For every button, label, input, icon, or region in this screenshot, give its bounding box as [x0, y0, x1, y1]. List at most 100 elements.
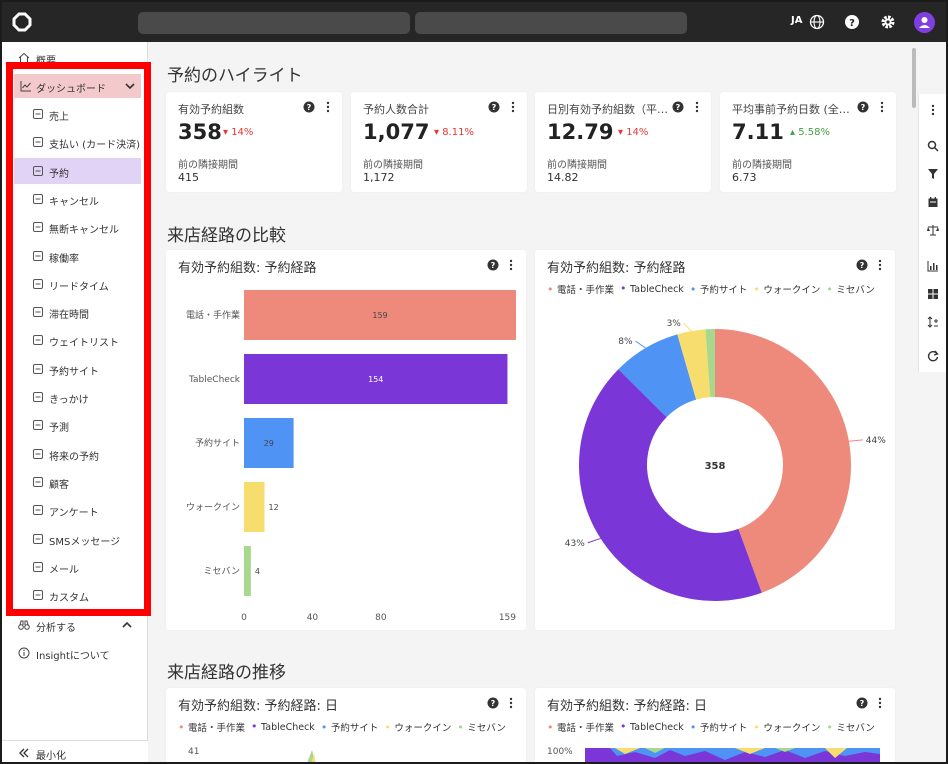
legend-item[interactable]: • 電話・手作業 [178, 720, 245, 734]
filter-icon[interactable] [927, 168, 939, 180]
sidebar-item-5[interactable]: 無断キャンセル [14, 214, 141, 240]
sidebar-item-11[interactable]: きっかけ [14, 384, 141, 410]
more-menu-icon[interactable] [879, 101, 885, 113]
legend-item[interactable]: • ミセバン [826, 720, 874, 734]
language-label[interactable]: JA [791, 15, 802, 26]
help-icon[interactable]: ? [487, 697, 499, 709]
scale-icon[interactable] [927, 224, 939, 236]
more-menu-icon[interactable] [508, 697, 514, 709]
eye-icon [33, 420, 43, 431]
legend-item[interactable]: • 予約サイト [690, 282, 748, 296]
help-icon[interactable]: ? [856, 697, 868, 709]
legend-marker: • [689, 721, 700, 734]
stacked-area-fragment [585, 748, 880, 762]
sidebar-item-8[interactable]: 滞在時間 [14, 299, 141, 325]
category-label: ウォークイン [186, 502, 240, 513]
legend-marker: • [547, 283, 557, 296]
more-menu-icon[interactable] [877, 697, 883, 709]
more-menu-icon[interactable] [325, 101, 331, 113]
legend-item[interactable]: • 電話・手作業 [547, 282, 614, 296]
more-menu-icon[interactable] [877, 259, 883, 271]
minimize-button[interactable]: 最小化 [2, 740, 148, 762]
legend-item[interactable]: • 電話・手作業 [547, 720, 614, 734]
scrollbar-thumb[interactable] [912, 48, 916, 108]
legend-marker: • [457, 721, 468, 734]
legend-label: 電話・手作業 [557, 285, 615, 296]
sidebar-item-label: リードタイム [49, 281, 109, 293]
sidebar-item-15[interactable]: アンケート [14, 497, 141, 523]
right-tool-panel [918, 94, 946, 372]
legend-label: TableCheck [261, 722, 315, 733]
trend-chart-card-left: 有効予約組数: 予約経路: 日 ? • 電話・手作業 • TableCheck • … [166, 688, 526, 762]
legend-item[interactable]: • ミセバン [826, 282, 874, 296]
gear-icon[interactable] [880, 14, 896, 30]
legend-item[interactable]: • TableCheck [620, 282, 684, 296]
label-leader-line [848, 439, 863, 442]
search-icon[interactable] [927, 140, 939, 152]
home-icon [18, 52, 30, 63]
sidebar-item-2[interactable]: 支払い (カード決済) [14, 129, 141, 155]
kpi-title: 有効予約組数 [178, 103, 244, 116]
sidebar-item-16[interactable]: SMSメッセージ [14, 526, 141, 552]
bar-chart-card: 有効予約組数: 予約経路 ? 電話・手作業 159 TableCheck 154 予約サ… [166, 250, 526, 630]
sidebar-item-analyze[interactable]: 分析する [2, 612, 148, 638]
sidebar-item-6[interactable]: 稼働率 [14, 243, 141, 269]
sidebar-item-13[interactable]: 将来の予約 [14, 441, 141, 467]
legend-marker: • [620, 720, 631, 733]
sidebar-item-7[interactable]: リードタイム [14, 271, 141, 297]
more-menu-icon[interactable] [694, 101, 700, 113]
app-logo-icon[interactable] [12, 12, 32, 32]
help-icon[interactable]: ? [303, 101, 315, 113]
refresh-icon[interactable] [927, 350, 939, 362]
help-icon[interactable]: ? [488, 101, 500, 113]
sidebar-item-3[interactable]: 予約 [14, 157, 141, 184]
search-bar-right[interactable] [415, 12, 687, 34]
kpi-title: 予約人数合計 [363, 103, 429, 116]
sidebar-item-1[interactable]: 売上 [14, 101, 141, 127]
sidebar-item-17[interactable]: メール [14, 554, 141, 580]
grid-icon[interactable] [927, 288, 939, 300]
sort-icon[interactable] [927, 316, 939, 328]
help-icon[interactable]: ? [857, 101, 869, 113]
sidebar-item-12[interactable]: 予測 [14, 412, 141, 438]
more-menu-icon[interactable] [508, 259, 514, 271]
calendar-icon[interactable] [927, 196, 939, 208]
help-icon[interactable]: ? [844, 14, 860, 30]
legend-item[interactable]: • ウォークイン [753, 282, 820, 296]
chevron-up-icon[interactable] [121, 619, 133, 631]
sidebar-item-overview[interactable]: 概要 [2, 45, 148, 71]
help-icon[interactable]: ? [856, 259, 868, 271]
legend-item[interactable]: • TableCheck [620, 720, 684, 734]
legend-item[interactable]: • 予約サイト [690, 720, 748, 734]
calendar-future-icon [33, 448, 43, 459]
avatar[interactable] [914, 12, 935, 33]
sidebar-item-9[interactable]: ウェイトリスト [14, 327, 141, 353]
sidebar-item-10[interactable]: 予約サイト [14, 356, 141, 382]
sidebar-item-4[interactable]: キャンセル [14, 186, 141, 212]
legend-item[interactable]: • ウォークイン [753, 720, 820, 734]
sidebar-item-14[interactable]: 顧客 [14, 469, 141, 495]
double-chevron-left-icon [19, 748, 29, 758]
legend-item[interactable]: • ミセバン [457, 720, 505, 734]
more-menu-icon[interactable] [927, 104, 939, 116]
sidebar-item-about[interactable]: Insightについて [2, 640, 148, 666]
category-label: 予約サイト [195, 437, 240, 449]
globe-icon[interactable] [809, 14, 825, 30]
legend-item[interactable]: • 予約サイト [321, 720, 379, 734]
calendar-check-icon [33, 165, 43, 176]
search-bar-left[interactable] [138, 12, 410, 34]
bar-chart-icon[interactable] [927, 260, 939, 272]
bar[interactable] [244, 546, 251, 596]
chevron-down-icon[interactable] [124, 80, 136, 92]
legend-marker: • [753, 283, 764, 296]
bar[interactable] [244, 482, 265, 532]
svg-text:?: ? [491, 261, 496, 270]
legend-item[interactable]: • ウォークイン [384, 720, 451, 734]
chat-icon [33, 533, 43, 544]
more-menu-icon[interactable] [510, 101, 516, 113]
sidebar-item-18[interactable]: カスタム [14, 582, 141, 608]
help-icon[interactable]: ? [672, 101, 684, 113]
sidebar-item-dashboard[interactable]: ダッシュボード [14, 74, 141, 98]
help-icon[interactable]: ? [487, 259, 499, 271]
legend-item[interactable]: • TableCheck [251, 720, 315, 734]
